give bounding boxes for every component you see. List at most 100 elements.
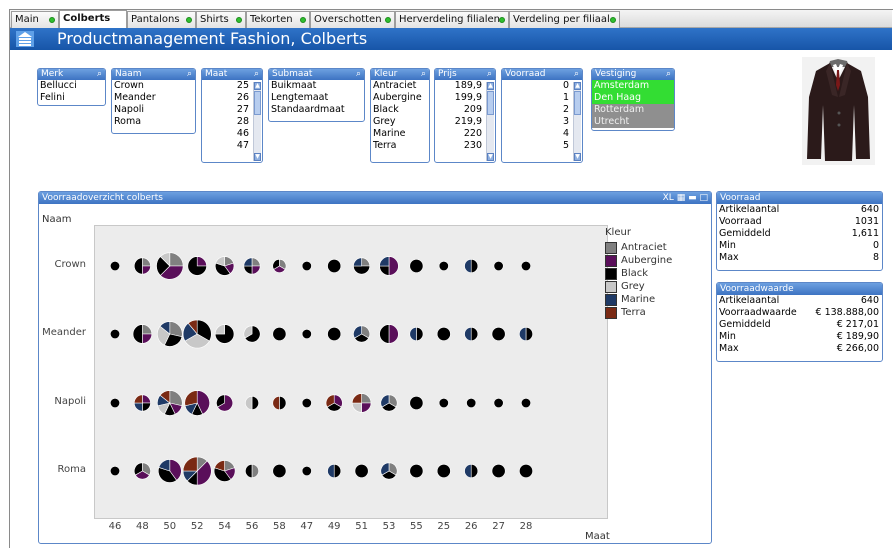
list-item[interactable]: Standaardmaat (269, 104, 364, 116)
list-item[interactable]: Meander (112, 92, 195, 104)
bubble-roma-26[interactable] (464, 464, 479, 478)
bubble-crown-58[interactable] (272, 259, 287, 273)
list-item[interactable]: 4 (502, 128, 582, 140)
list-item[interactable]: 5 (502, 140, 582, 152)
list-item[interactable]: Black (371, 104, 429, 116)
bubble-meander-27[interactable] (491, 327, 506, 341)
search-icon[interactable]: ⌕ (574, 69, 579, 80)
tab-verdeling-per-filiaal[interactable]: Verdeling per filiaal (509, 11, 620, 28)
listbox-submaat[interactable]: Submaat ⌕ Buikmaat Lengtemaat Standaardma… (268, 68, 365, 122)
listbox-prijs[interactable]: Prijs ⌕ 189,9 199,9 209 219,9 220 230 ▲ ▼ (434, 68, 496, 163)
listbox-naam[interactable]: Naam ⌕ Crown Meander Napoli Roma (111, 68, 196, 134)
list-item[interactable]: 2 (502, 104, 582, 116)
bubble-meander-48[interactable] (132, 324, 153, 344)
bubble-napoli-49[interactable] (325, 394, 343, 412)
scrollbar[interactable]: ▲ ▼ (573, 82, 581, 161)
bubble-crown-55[interactable] (409, 259, 424, 273)
bubble-crown-50[interactable] (156, 252, 184, 280)
list-item[interactable]: 0 (502, 80, 582, 92)
search-icon[interactable]: ⌕ (666, 69, 671, 80)
bubble-meander-46[interactable] (110, 329, 121, 340)
bubble-roma-48[interactable] (133, 462, 151, 480)
bubble-napoli-56[interactable] (245, 396, 259, 410)
tab-tekorten[interactable]: Tekorten (246, 11, 310, 28)
bubble-napoli-48[interactable] (133, 394, 151, 412)
listbox-vestiging[interactable]: Vestiging ⌕ Amsterdam Den Haag Rotterdam … (591, 68, 675, 131)
bubble-napoli-46[interactable] (110, 398, 121, 409)
tab-herverdeling-filialen[interactable]: Herverdeling filialen (395, 11, 509, 28)
bubble-napoli-28[interactable] (520, 398, 531, 409)
bubble-crown-47[interactable] (301, 261, 312, 272)
tab-shirts[interactable]: Shirts (196, 11, 246, 28)
search-icon[interactable]: ⌕ (97, 69, 102, 80)
bubble-roma-46[interactable] (110, 465, 121, 476)
listbox-merk[interactable]: Merk ⌕ Bellucci Felini (37, 68, 106, 106)
bubble-roma-53[interactable] (380, 462, 398, 480)
scroll-down-icon[interactable]: ▼ (254, 153, 261, 161)
bubble-meander-28[interactable] (519, 327, 533, 341)
bubble-crown-54[interactable] (214, 256, 235, 276)
list-item-selected[interactable]: Amsterdam (592, 80, 674, 92)
list-item[interactable]: Grey (371, 116, 429, 128)
search-icon[interactable]: ⌕ (421, 69, 426, 80)
list-item-excluded[interactable]: Rotterdam (592, 104, 674, 116)
scroll-up-icon[interactable]: ▲ (574, 82, 581, 90)
bubble-roma-49[interactable] (327, 464, 342, 478)
bubble-crown-46[interactable] (110, 261, 121, 272)
bubble-roma-52[interactable] (182, 456, 212, 486)
list-item[interactable]: Aubergine (371, 92, 429, 104)
bubble-napoli-47[interactable] (301, 398, 312, 409)
tab-colberts[interactable]: Colberts (59, 10, 127, 28)
tab-main[interactable]: Main (11, 11, 59, 28)
list-item[interactable]: Antraciet (371, 80, 429, 92)
listbox-voorraad[interactable]: Voorraad ⌕ 0 1 2 3 4 5 ▲ ▼ (501, 68, 583, 163)
bubble-crown-26[interactable] (464, 259, 479, 273)
tab-overschotten[interactable]: Overschotten (310, 11, 395, 28)
bubble-napoli-51[interactable] (351, 393, 372, 413)
list-item[interactable]: 3 (502, 116, 582, 128)
list-item[interactable]: Roma (112, 116, 195, 128)
bubble-crown-28[interactable] (520, 261, 531, 272)
scrollbar[interactable]: ▲ ▼ (253, 82, 261, 161)
bubble-crown-49[interactable] (327, 259, 342, 273)
bubble-crown-53[interactable] (379, 256, 399, 276)
search-icon[interactable]: ⌕ (187, 69, 192, 80)
bubble-crown-56[interactable] (243, 257, 261, 275)
scrollbar[interactable]: ▲ ▼ (486, 82, 494, 161)
bubble-napoli-26[interactable] (466, 398, 477, 409)
bubble-napoli-50[interactable] (157, 390, 183, 416)
bubble-napoli-25[interactable] (438, 398, 449, 409)
bubble-meander-55[interactable] (409, 327, 424, 341)
bubble-meander-50[interactable] (157, 321, 183, 347)
listbox-maat[interactable]: Maat ⌕ 25 26 27 28 46 47 ▲ ▼ (201, 68, 263, 163)
bubble-roma-47[interactable] (301, 465, 312, 476)
bubble-meander-58[interactable] (272, 327, 287, 341)
bubble-meander-53[interactable] (379, 324, 399, 344)
list-item[interactable]: Marine (371, 128, 429, 140)
bubble-napoli-55[interactable] (409, 396, 424, 410)
bubble-crown-51[interactable] (353, 257, 371, 275)
bubble-meander-52[interactable] (182, 319, 212, 349)
search-icon[interactable]: ⌕ (356, 69, 361, 80)
bubble-roma-58[interactable] (272, 464, 287, 478)
listbox-kleur[interactable]: Kleur ⌕ Antraciet Aubergine Black Grey Ma… (370, 68, 430, 163)
scrollbar-thumb[interactable] (574, 91, 581, 115)
bubble-meander-47[interactable] (301, 329, 312, 340)
list-item[interactable]: Napoli (112, 104, 195, 116)
list-item[interactable]: Crown (112, 80, 195, 92)
bubble-roma-55[interactable] (409, 464, 424, 478)
bubble-napoli-58[interactable] (272, 396, 287, 410)
scroll-up-icon[interactable]: ▲ (254, 82, 261, 90)
bubble-roma-27[interactable] (491, 464, 506, 478)
bubble-meander-54[interactable] (214, 324, 235, 344)
bubble-meander-51[interactable] (353, 325, 371, 343)
bubble-roma-56[interactable] (245, 464, 259, 478)
bubble-meander-25[interactable] (436, 327, 451, 341)
scrollbar-thumb[interactable] (254, 91, 261, 115)
bubble-roma-50[interactable] (158, 459, 182, 483)
bubble-roma-28[interactable] (519, 464, 533, 478)
list-item[interactable]: Buikmaat (269, 80, 364, 92)
bubble-meander-49[interactable] (327, 327, 342, 341)
search-icon[interactable]: ⌕ (254, 69, 259, 80)
bubble-crown-27[interactable] (493, 261, 504, 272)
